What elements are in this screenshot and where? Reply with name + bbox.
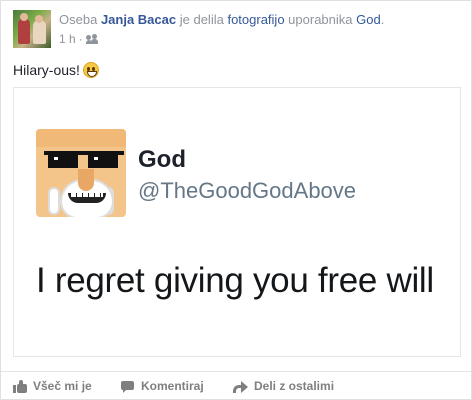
glasses-glint-right (94, 157, 98, 160)
headline-owner-prefix: uporabnika (288, 12, 353, 27)
author-name-link[interactable]: Janja Bacac (101, 12, 176, 27)
author-avatar[interactable] (13, 10, 51, 48)
tweet-author-handle: @TheGoodGodAbove (138, 178, 357, 203)
comment-label: Komentiraj (141, 379, 204, 393)
glasses-glint-left (54, 157, 58, 160)
meta-separator: · (78, 32, 83, 46)
beard-left (48, 187, 60, 215)
post-text: Hilary-ous! (13, 61, 99, 79)
share-label: Deli z ostalimi (254, 379, 335, 393)
nose (78, 169, 94, 191)
avatar-shade (36, 129, 126, 147)
pixel-sunglasses-icon (44, 151, 124, 169)
like-label: Všeč mi je (33, 379, 92, 393)
owner-name-link[interactable]: God (356, 12, 381, 27)
post-text-content: Hilary-ous! (13, 62, 80, 78)
share-arrow-icon (233, 380, 248, 393)
comment-button[interactable]: Komentiraj (121, 379, 204, 393)
friends-icon-body-2 (90, 39, 98, 44)
avatar-head-2 (35, 15, 43, 23)
avatar-person-2 (33, 20, 46, 44)
share-button[interactable]: Deli z ostalimi (233, 379, 334, 393)
glasses-lens-right (88, 154, 118, 168)
teeth (71, 193, 103, 197)
like-button[interactable]: Všeč mi je (13, 379, 92, 393)
comment-bubble-icon (121, 380, 135, 393)
glasses-lens-left (48, 154, 78, 168)
god-avatar (36, 129, 126, 217)
post-headline: Oseba Janja Bacac je delila fotografijo … (59, 12, 384, 28)
avatar-person-1 (18, 18, 30, 44)
post-timestamp[interactable]: 1 h (59, 31, 76, 47)
thumbs-up-icon (13, 379, 27, 393)
post-meta: 1 h · (59, 31, 98, 47)
tweet-author-name: God (138, 146, 186, 173)
post-header: Oseba Janja Bacac je delila fotografijo … (13, 9, 459, 49)
facebook-post: Oseba Janja Bacac je delila fotografijo … (0, 0, 472, 400)
tweet-text: I regret giving you free will (36, 261, 434, 300)
smiley-icon (82, 62, 99, 78)
headline-suffix: . (380, 12, 385, 27)
avatar-head-1 (20, 13, 28, 21)
post-actions: Všeč mi je Komentiraj Deli z ostalimi (1, 371, 471, 399)
shared-photo[interactable]: God @TheGoodGodAbove I regret giving you… (13, 87, 461, 357)
headline-middle: je delila (179, 12, 224, 27)
friends-icon[interactable] (85, 34, 98, 44)
headline-prefix: Oseba (59, 12, 98, 27)
photo-link[interactable]: fotografijo (227, 12, 284, 27)
